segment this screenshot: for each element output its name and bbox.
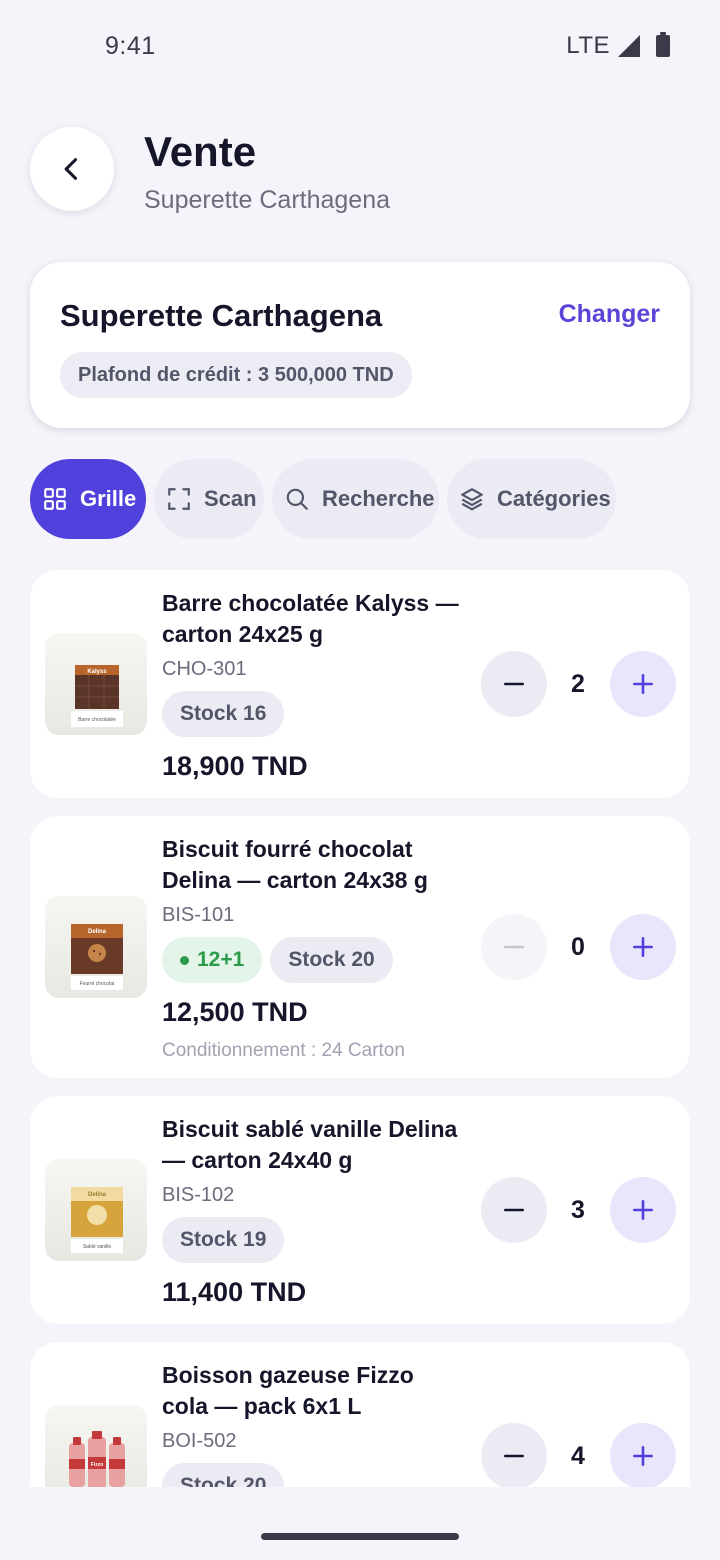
product-badges: Stock 19	[162, 1217, 285, 1263]
product-card: Delina Fourré chocolat Biscuit fourré ch…	[30, 816, 690, 1078]
network-label: LTE	[566, 32, 610, 59]
status-time: 9:41	[105, 32, 156, 60]
product-image: Delina Fourré chocolat	[45, 896, 147, 998]
packaging-info: Conditionnement : 24 Carton	[162, 1040, 405, 1061]
tab-recherche[interactable]: Recherche	[272, 459, 439, 539]
quantity-value: 2	[571, 670, 585, 698]
stock-badge: Stock 19	[162, 1217, 285, 1263]
product-image: Delina Sablé vanille	[45, 1159, 147, 1261]
decrease-quantity-button[interactable]	[481, 1423, 547, 1487]
svg-text:Fizzo: Fizzo	[91, 1462, 104, 1468]
tab-label: Scan	[204, 486, 257, 511]
product-image: Fizzo	[45, 1405, 147, 1487]
product-card: Kalyss Barre chocolatée Barre chocolatée…	[30, 570, 690, 798]
page-title: Vente	[144, 128, 257, 175]
search-icon	[286, 488, 308, 510]
minus-icon	[504, 1208, 524, 1212]
promo-dot-icon	[180, 955, 189, 965]
product-name: Barre chocolatée Kalyss — carton 24x25 g	[162, 590, 459, 647]
decrease-quantity-button[interactable]	[481, 914, 547, 980]
product-price: 12,500 TND	[162, 997, 308, 1027]
product-name: Boisson gazeuse Fizzo cola — pack 6x1 L	[162, 1362, 414, 1419]
quantity-value: 0	[571, 933, 585, 961]
minus-icon	[504, 945, 524, 949]
product-sku: CHO-301	[162, 658, 247, 680]
decrease-quantity-button[interactable]	[481, 651, 547, 717]
product-name: Biscuit sablé vanille Delina — carton 24…	[162, 1116, 458, 1173]
product-sku: BIS-102	[162, 1184, 235, 1206]
quantity-value: 4	[571, 1442, 585, 1470]
plus-icon	[633, 937, 653, 957]
svg-text:Delina: Delina	[88, 929, 107, 935]
plus-icon	[633, 1200, 653, 1220]
decrease-quantity-button[interactable]	[481, 1177, 547, 1243]
scan-icon	[168, 488, 190, 510]
status-bar: 9:41 LTE	[0, 0, 720, 95]
tab-label: Grille	[80, 486, 137, 511]
product-badges: Stock 16	[162, 691, 285, 737]
customer-name: Superette Carthagena	[60, 298, 383, 333]
tab-label: Catégories	[497, 486, 611, 511]
svg-text:Delina: Delina	[88, 1192, 107, 1198]
battery-icon	[656, 32, 670, 57]
minus-icon	[504, 682, 524, 686]
chevron-left-icon	[64, 158, 78, 180]
product-price: 18,900 TND	[162, 751, 308, 781]
increase-quantity-button[interactable]	[610, 651, 676, 717]
svg-text:Barre chocolatée: Barre chocolatée	[78, 717, 116, 723]
promo-label: 12+1	[197, 948, 245, 971]
promo-badge: 12+1	[162, 937, 263, 983]
product-list: Kalyss Barre chocolatée Barre chocolatée…	[30, 570, 690, 1487]
home-indicator[interactable]	[261, 1533, 459, 1540]
plus-icon	[633, 1446, 653, 1466]
product-badges: 12+1 Stock 20	[162, 937, 393, 983]
product-price: 11,400 TND	[162, 1277, 307, 1307]
tab-grille[interactable]: Grille	[30, 459, 146, 539]
product-sku: BIS-101	[162, 904, 235, 926]
change-customer-button[interactable]: Changer	[559, 300, 660, 329]
svg-text:Sablé vanille: Sablé vanille	[83, 1244, 112, 1250]
product-sku: BOI-502	[162, 1430, 237, 1452]
view-mode-tabs: Grille Scan Recherche Catégories	[30, 459, 616, 539]
svg-text:Kalyss: Kalyss	[87, 669, 107, 675]
stock-badge: Stock 20	[270, 937, 393, 983]
product-card: Delina Sablé vanille Biscuit sablé vanil…	[30, 1096, 690, 1324]
minus-icon	[504, 1454, 524, 1458]
tab-label: Recherche	[322, 486, 435, 511]
stock-badge: Stock 20	[162, 1463, 285, 1487]
tab-categories[interactable]: Catégories	[447, 459, 616, 539]
layers-icon	[461, 488, 483, 511]
product-card: Fizzo Boisson gazeuse Fizzo cola — pack …	[30, 1342, 690, 1487]
back-button[interactable]	[30, 127, 114, 211]
tab-scan[interactable]: Scan	[154, 459, 264, 539]
product-badges: Stock 20	[162, 1463, 285, 1487]
stock-badge: Stock 16	[162, 691, 285, 737]
increase-quantity-button[interactable]	[610, 1423, 676, 1487]
increase-quantity-button[interactable]	[610, 1177, 676, 1243]
credit-limit-badge: Plafond de crédit : 3 500,000 TND	[60, 352, 412, 398]
grid-icon	[44, 488, 66, 510]
svg-text:Fourré chocolat: Fourré chocolat	[80, 981, 115, 987]
plus-icon	[633, 674, 653, 694]
product-image: Kalyss Barre chocolatée	[45, 633, 147, 735]
status-indicators: LTE	[566, 32, 670, 60]
page-subtitle: Superette Carthagena	[144, 186, 391, 214]
product-name: Biscuit fourré chocolat Delina — carton …	[162, 836, 428, 893]
increase-quantity-button[interactable]	[610, 914, 676, 980]
customer-card: Superette Carthagena Changer Plafond de …	[30, 262, 690, 428]
signal-icon	[618, 35, 640, 57]
quantity-value: 3	[571, 1196, 585, 1224]
